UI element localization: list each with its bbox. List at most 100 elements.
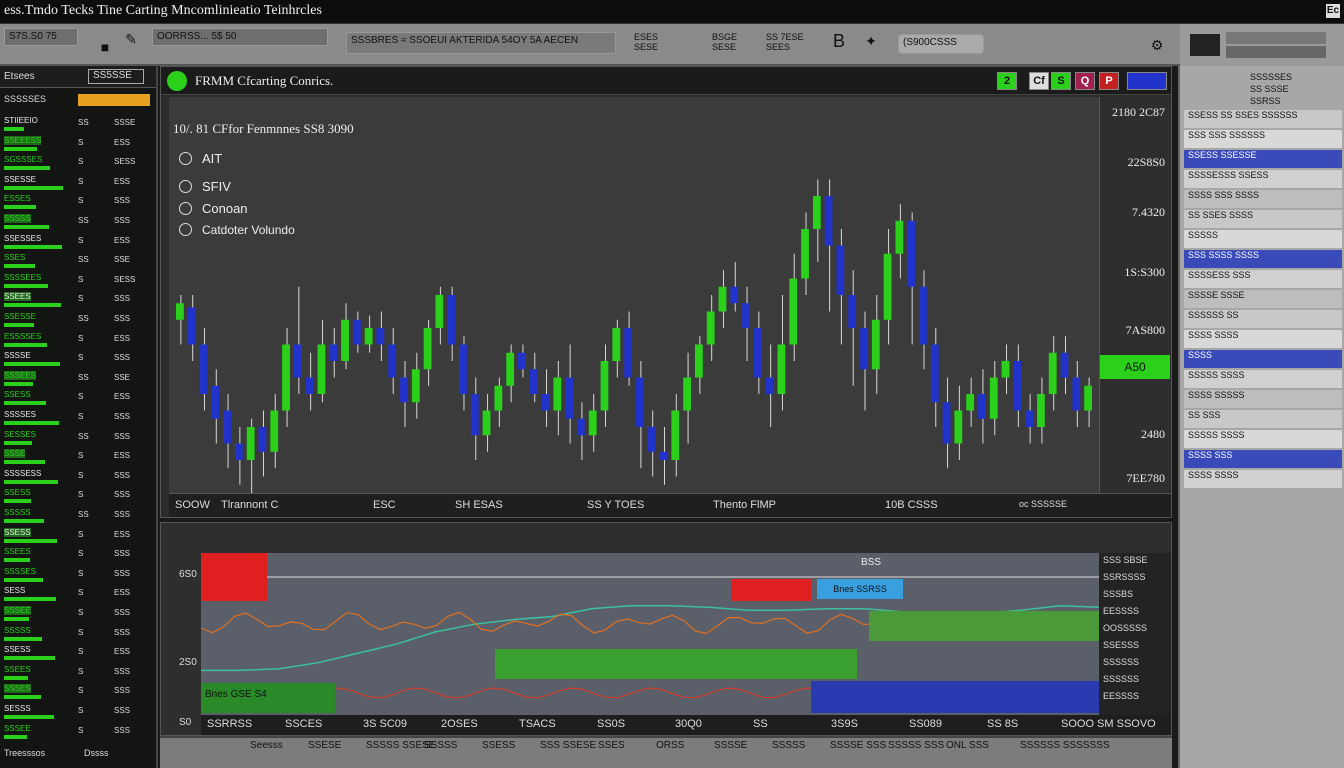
candle-body[interactable] — [317, 344, 326, 395]
watchlist-row[interactable]: SSEES S SSS — [2, 665, 156, 683]
watchlist-row[interactable]: ESSES S SSS — [2, 194, 156, 212]
watchlist-row[interactable]: SSESSE SS SSS — [2, 312, 156, 330]
candle-body[interactable] — [930, 344, 939, 403]
right-panel-row[interactable]: SSSSS SSSS — [1184, 370, 1342, 388]
watchlist-row[interactable]: SESSS S SSS — [2, 704, 156, 722]
candle-body[interactable] — [907, 220, 916, 287]
time-axis[interactable]: SOOW Tlrannont C ESC SH ESAS SS Y TOES T… — [169, 493, 1171, 517]
candle-body[interactable] — [989, 377, 998, 419]
candle-body[interactable] — [789, 278, 798, 345]
right-panel-row[interactable]: SSSS SSSS — [1184, 470, 1342, 488]
candle-body[interactable] — [612, 328, 621, 361]
legend-item-conoan[interactable]: Conoan — [179, 201, 248, 216]
candle-body[interactable] — [706, 311, 715, 345]
candle-body[interactable] — [647, 427, 656, 452]
candle-body[interactable] — [742, 303, 750, 328]
indicator-right-axis[interactable]: SSS SBSE SSRSSSS SSSBS EESSSS OOSSSSS SSESSS S… — [1099, 553, 1171, 715]
watchlist-row[interactable]: SSSSE S SSS — [2, 351, 156, 369]
watchlist-row[interactable]: SESS S ESS — [2, 586, 156, 604]
watchlist-row[interactable]: SESSES SS SSS — [2, 430, 156, 448]
status-item[interactable]: SSSSS SSS — [888, 740, 944, 751]
watchlist-row[interactable]: SSSEE S SSS — [2, 724, 156, 742]
candle-body[interactable] — [860, 328, 868, 370]
watchlist-row[interactable]: SSSSES S SSS — [2, 410, 156, 428]
status-item[interactable]: ORSS — [656, 740, 684, 751]
tool-icon[interactable]: ✎ — [122, 30, 140, 48]
candle-body[interactable] — [176, 303, 184, 320]
candle-body[interactable] — [978, 394, 986, 419]
legend-item-ait[interactable]: AIT — [179, 151, 222, 166]
watchlist-row[interactable]: SGSSSES S SESS — [2, 155, 156, 173]
chart-btn-4[interactable]: Q — [1075, 72, 1095, 90]
watchlist-row[interactable]: SSESSES S ESS — [2, 234, 156, 252]
candle-body[interactable] — [565, 377, 574, 419]
candle-body[interactable] — [223, 410, 231, 444]
candle-body[interactable] — [577, 418, 585, 436]
candle-body[interactable] — [341, 319, 349, 361]
right-panel-row[interactable]: SSSS SSSSS — [1184, 390, 1342, 408]
candle-body[interactable] — [459, 344, 467, 395]
chart-btn-1[interactable]: 2 — [997, 72, 1017, 90]
candle-body[interactable] — [848, 295, 857, 328]
right-panel-row[interactable]: SSESS SSESSE — [1184, 150, 1342, 168]
status-item[interactable]: SSSSS — [772, 740, 805, 751]
right-tool-a[interactable] — [1226, 32, 1326, 44]
candle-body[interactable] — [1037, 394, 1045, 427]
candle-body[interactable] — [824, 196, 833, 246]
right-panel-row[interactable]: SS SSS — [1184, 410, 1342, 428]
bookmark-icon[interactable]: B — [830, 32, 848, 50]
candle-body[interactable] — [494, 385, 503, 411]
candle-body[interactable] — [730, 286, 739, 304]
candle-body[interactable] — [1025, 410, 1034, 428]
watchlist-row[interactable]: SSSSESS S SSS — [2, 469, 156, 487]
watchlist-row[interactable]: SSSEE S SSS — [2, 606, 156, 624]
status-item[interactable]: SSES — [598, 740, 625, 751]
candle-body[interactable] — [1084, 385, 1092, 411]
candle-body[interactable] — [671, 410, 680, 461]
candle-body[interactable] — [506, 352, 515, 386]
right-panel-row[interactable]: SSSSESSS SSESS — [1184, 170, 1342, 188]
account-box[interactable]: S7S.S0 75 — [4, 28, 78, 46]
candle-body[interactable] — [895, 220, 904, 254]
price-axis[interactable]: 2180 2C87 22S8S0 7.4320 1S:S300 7AS800 A… — [1099, 97, 1171, 493]
watchlist-row[interactable]: SSSSS S SSS — [2, 626, 156, 644]
lock-icon[interactable]: ■ — [96, 38, 114, 56]
status-item[interactable]: SSESE — [308, 740, 341, 751]
watchlist-row[interactable]: SSESSE S ESS — [2, 175, 156, 193]
candle-body[interactable] — [600, 361, 609, 411]
pin-icon[interactable]: ✦ — [862, 32, 880, 50]
timeframe-dropdown[interactable]: (S900CSSS — [898, 34, 984, 54]
status-item[interactable]: Seesss — [250, 740, 283, 751]
candle-body[interactable] — [282, 344, 290, 411]
right-panel-row[interactable]: SSSS — [1184, 350, 1342, 368]
indicator-time-axis[interactable]: SSRRSS SSCES 3S SC09 2OSES TSACS SS0S 30Q0 SS 3S… — [201, 715, 1171, 735]
right-panel-row[interactable]: SSSSE SSSE — [1184, 290, 1342, 308]
candle-body[interactable] — [942, 402, 951, 444]
window-corner-button[interactable]: Ec — [1326, 4, 1340, 18]
watchlist-filter[interactable]: SS5SSE — [88, 69, 144, 84]
status-item[interactable]: SSSSE — [714, 740, 747, 751]
right-tool-b[interactable] — [1226, 46, 1326, 58]
candle-body[interactable] — [270, 410, 279, 452]
watchlist-row[interactable]: SSSE S ESS — [2, 449, 156, 467]
status-item[interactable]: SSSSS — [424, 740, 457, 751]
watchlist-row[interactable]: SSESS S SSS — [2, 488, 156, 506]
chart-btn-6[interactable] — [1127, 72, 1167, 90]
candle-body[interactable] — [541, 394, 550, 411]
chart-btn-2[interactable]: Cf — [1029, 72, 1049, 90]
candle-body[interactable] — [376, 328, 385, 345]
candle-body[interactable] — [753, 328, 762, 378]
watchlist-row[interactable]: SSESS S ESS — [2, 527, 156, 546]
candle-body[interactable] — [883, 253, 892, 320]
candle-body[interactable] — [694, 344, 703, 378]
candle-body[interactable] — [352, 319, 361, 345]
candle-body[interactable] — [812, 196, 821, 229]
right-panel-row[interactable]: SSSS SSS — [1184, 450, 1342, 468]
status-item[interactable]: SSESS — [482, 740, 515, 751]
indicator-plot[interactable]: Bnes SSRSS BSS Bnes GSE S4 — [200, 553, 1100, 715]
search-box[interactable]: OORRSS... 5$ 50 — [152, 28, 328, 46]
candle-body[interactable] — [411, 369, 420, 403]
right-panel-row[interactable]: SSSS SSS SSSS — [1184, 190, 1342, 208]
settings-icon[interactable]: ⚙ — [1148, 36, 1166, 54]
status-item[interactable]: SSSSE SSS — [830, 740, 886, 751]
